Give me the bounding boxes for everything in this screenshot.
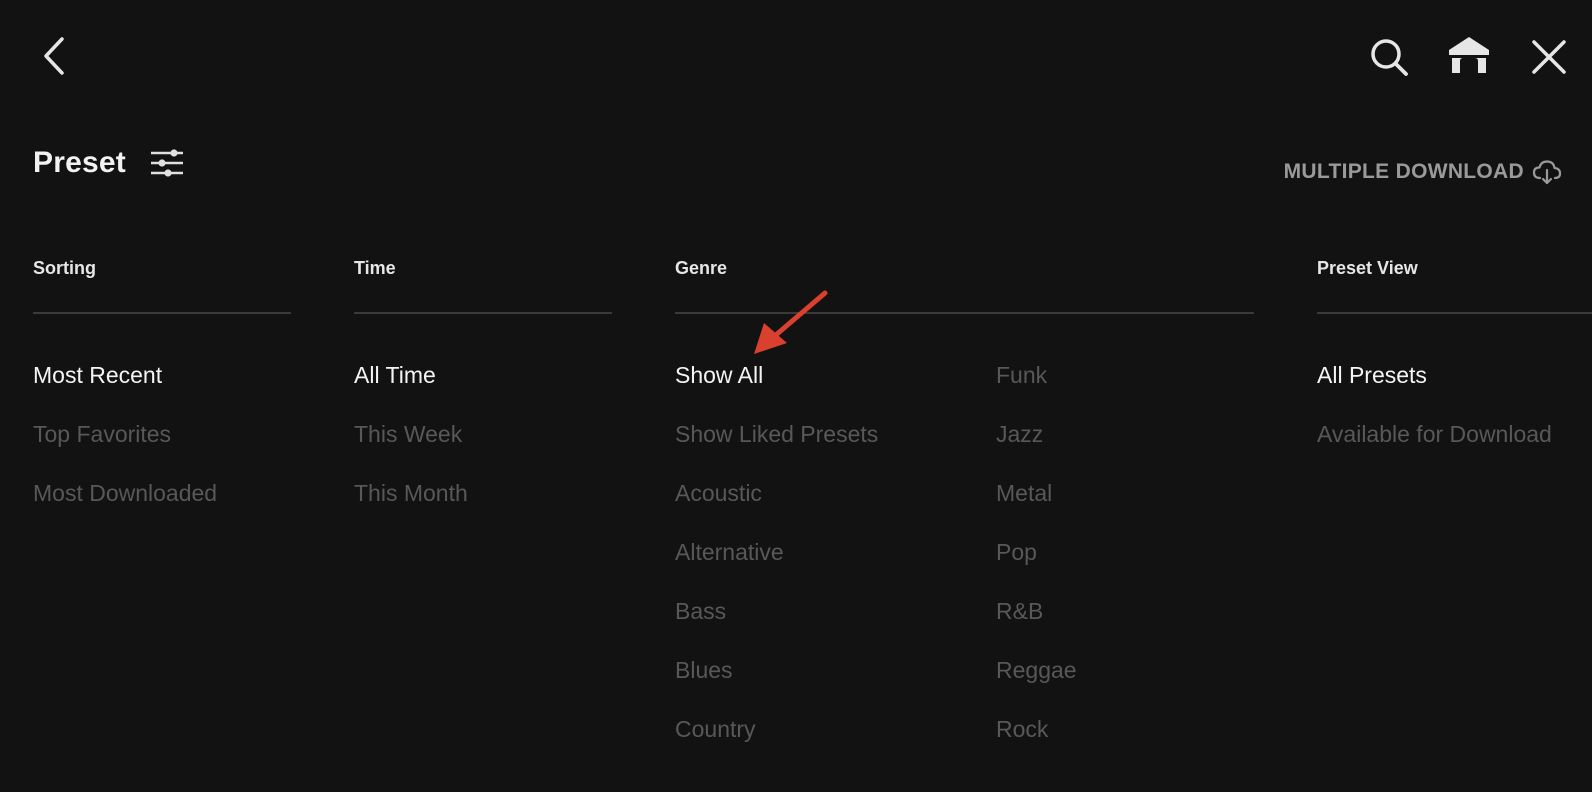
sorting-options: Most Recent Top Favorites Most Downloade… (33, 360, 217, 537)
time-header: Time (354, 258, 396, 278)
genre-option[interactable]: Show All (675, 360, 878, 419)
home-button[interactable] (1446, 34, 1492, 76)
close-button[interactable] (1530, 38, 1570, 76)
cloud-download-icon (1532, 160, 1562, 185)
multiple-download-button[interactable]: MULTIPLE DOWNLOAD (1284, 159, 1562, 185)
search-button[interactable] (1368, 36, 1410, 78)
preset-view-options: All Presets Available for Download (1317, 360, 1552, 478)
time-option[interactable]: This Month (354, 478, 468, 537)
preset-view-header: Preset View (1317, 258, 1418, 278)
sliders-icon (151, 149, 183, 177)
time-option[interactable]: This Week (354, 419, 468, 478)
page-title: Preset (33, 146, 126, 179)
genre-option[interactable]: Bass (675, 596, 878, 655)
preset-view-option[interactable]: Available for Download (1317, 419, 1552, 478)
genre-option[interactable]: Funk (996, 360, 1077, 419)
time-option[interactable]: All Time (354, 360, 468, 419)
genre-option[interactable]: Country (675, 714, 878, 773)
annotation-arrow-icon (754, 290, 828, 354)
genre-divider (675, 312, 1254, 314)
preset-view-option[interactable]: All Presets (1317, 360, 1552, 419)
genre-option[interactable]: Jazz (996, 419, 1077, 478)
sorting-option[interactable]: Most Downloaded (33, 478, 217, 537)
sorting-divider (33, 312, 291, 314)
filter-toggle-button[interactable] (150, 147, 184, 184)
sorting-header: Sorting (33, 258, 96, 278)
genre-option[interactable]: Show Liked Presets (675, 419, 878, 478)
genre-option[interactable]: Blues (675, 655, 878, 714)
genre-option[interactable]: Reggae (996, 655, 1077, 714)
time-divider (354, 312, 612, 314)
sorting-option[interactable]: Most Recent (33, 360, 217, 419)
chevron-left-icon (44, 37, 64, 75)
multiple-download-label: MULTIPLE DOWNLOAD (1283, 160, 1524, 183)
home-icon (1449, 37, 1489, 73)
close-icon (1532, 40, 1566, 74)
genre-option[interactable]: Acoustic (675, 478, 878, 537)
genre-option[interactable]: Alternative (675, 537, 878, 596)
genre-option[interactable]: Rock (996, 714, 1077, 773)
time-options: All Time This Week This Month (354, 360, 468, 537)
genre-option[interactable]: R&B (996, 596, 1077, 655)
preset-view-divider (1317, 312, 1592, 314)
back-button[interactable] (38, 36, 70, 76)
genre-option[interactable]: Pop (996, 537, 1077, 596)
genre-header: Genre (675, 258, 728, 278)
genre-options-col1: Show All Show Liked Presets Acoustic Alt… (675, 360, 878, 773)
genre-options-col2: Funk Jazz Metal Pop R&B Reggae Rock (996, 360, 1077, 773)
genre-option[interactable]: Metal (996, 478, 1077, 537)
sorting-option[interactable]: Top Favorites (33, 419, 217, 478)
search-icon (1371, 39, 1408, 76)
